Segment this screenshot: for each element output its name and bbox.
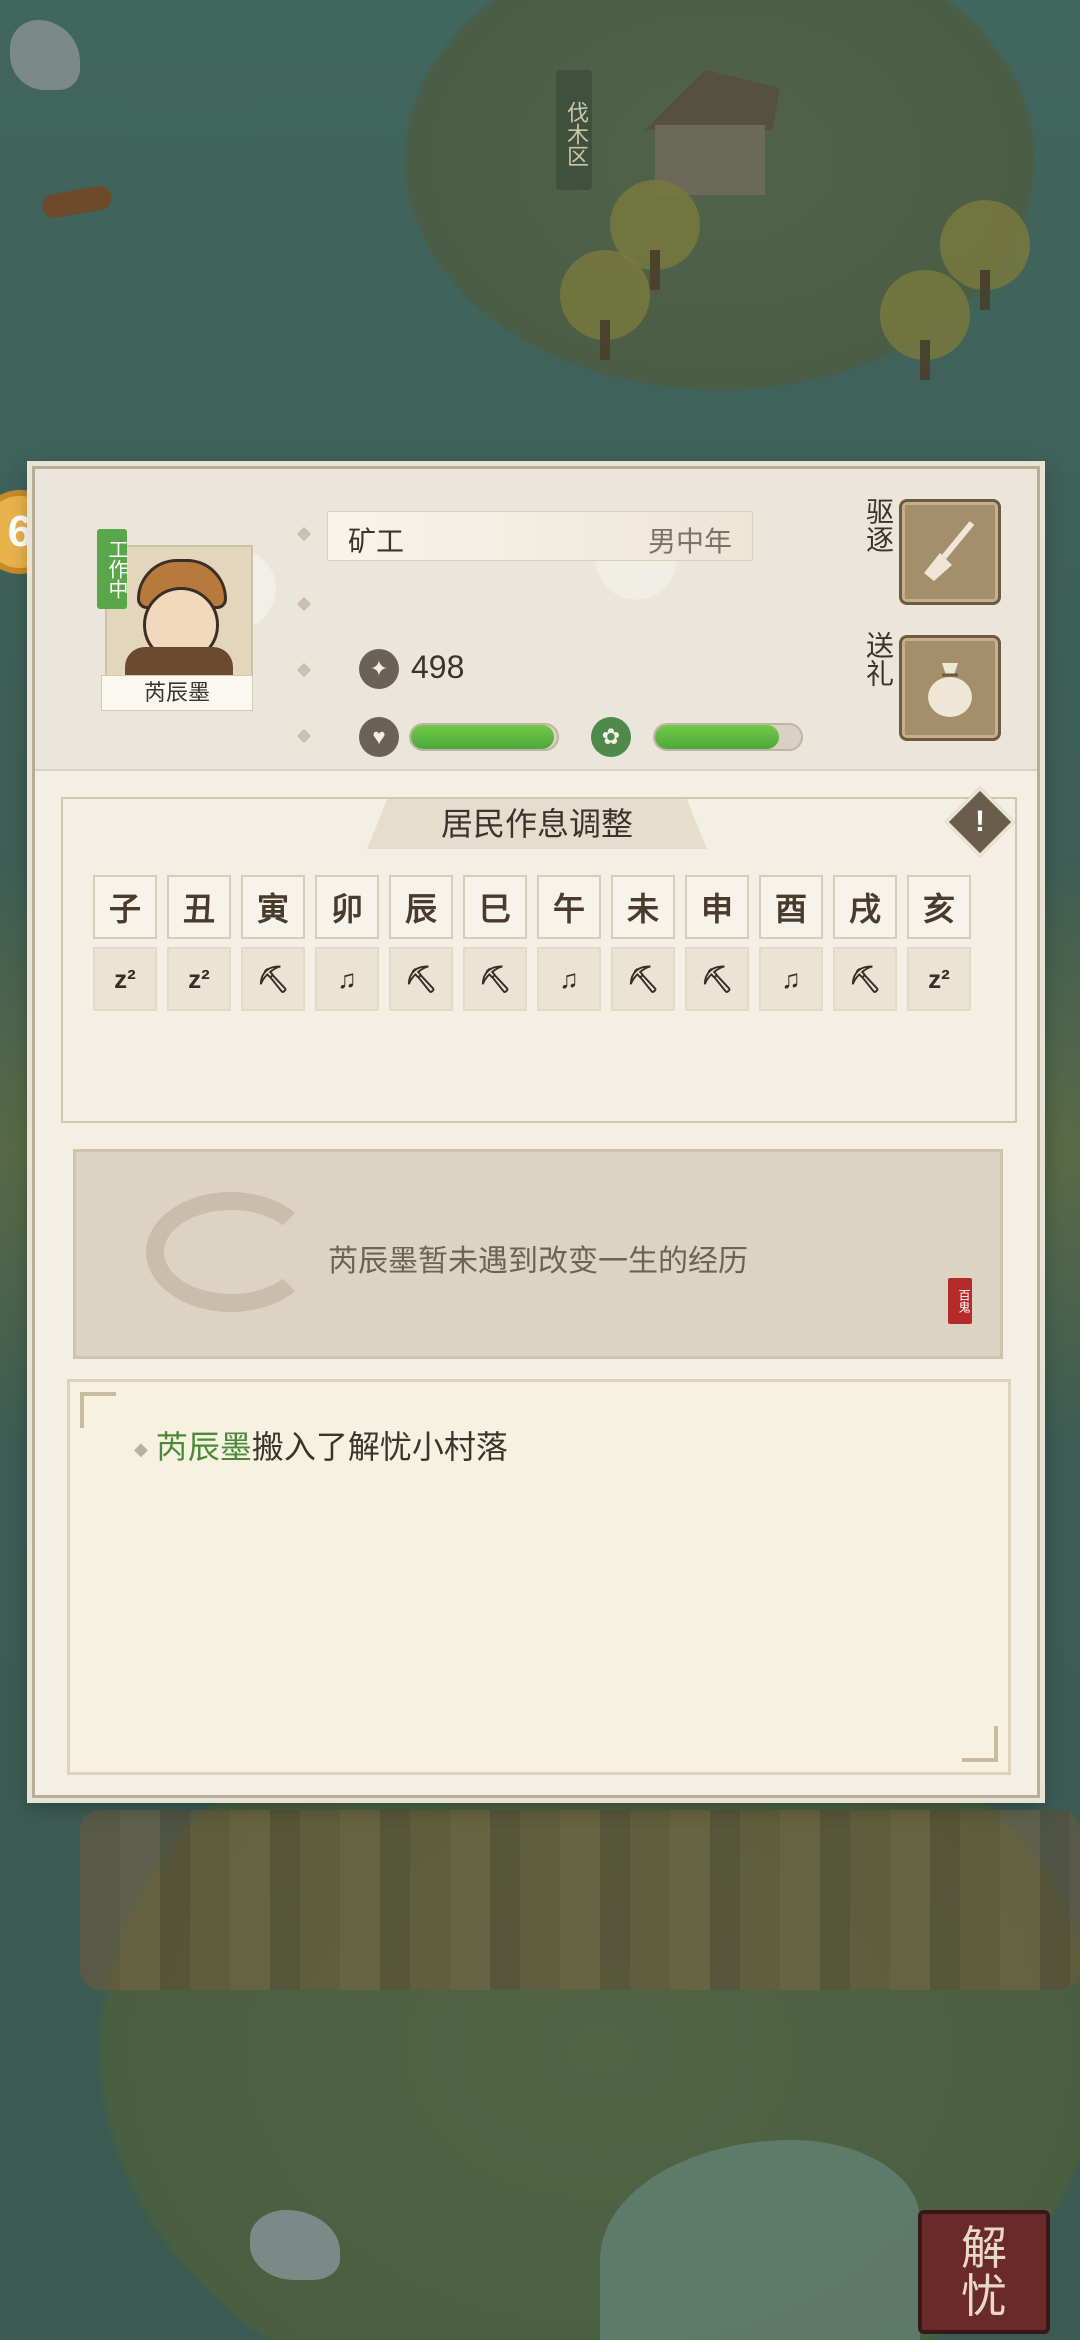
avatar-body	[125, 647, 233, 675]
pickaxe-icon[interactable]: ⛏	[833, 947, 897, 1011]
resident-name: 芮辰墨	[101, 675, 253, 711]
mood-bar	[653, 723, 803, 751]
expel-label: 驱逐	[863, 497, 894, 553]
hour-cell[interactable]: 亥	[907, 875, 971, 939]
schedule-title: 居民作息调整	[367, 799, 707, 849]
mood-bar-fill	[655, 725, 780, 749]
gift-button[interactable]	[899, 635, 1001, 741]
life-history-text: 芮辰墨暂未遇到改变一生的经历	[328, 1245, 748, 1278]
hour-cell[interactable]: 子	[93, 875, 157, 939]
job-label: 矿工	[348, 526, 405, 557]
map-tree	[940, 200, 1030, 310]
health-bar	[409, 723, 559, 751]
hour-cell[interactable]: 午	[537, 875, 601, 939]
mood-icon: ✿	[591, 717, 631, 757]
status-badge: 工作中	[97, 529, 127, 609]
hour-cell[interactable]: 寅	[241, 875, 305, 939]
sleep-icon[interactable]: z²	[167, 947, 231, 1011]
event-log[interactable]: ◆ 芮辰墨搬入了解忧小村落	[67, 1379, 1011, 1775]
seal-char-2: 忧	[961, 2269, 1007, 2323]
map-tree	[880, 270, 970, 380]
corner-ornament	[80, 1392, 116, 1428]
row-marker	[296, 596, 312, 612]
health-bar-fill	[411, 725, 555, 749]
resident-header: 工作中 芮辰墨 矿工 男中年 ✦ 498 ♥ ✿ 驱逐 送礼	[35, 469, 1037, 771]
log-entry-name: 芮辰墨	[155, 1429, 252, 1465]
gift-label: 送礼	[863, 631, 894, 687]
log-bullet-icon: ◆	[134, 1439, 148, 1460]
row-marker	[296, 662, 312, 678]
row-marker	[296, 526, 312, 542]
pickaxe-icon[interactable]: ⛏	[241, 947, 305, 1011]
gender-age-label: 男中年	[647, 526, 732, 557]
seal-char-1: 解	[961, 2221, 1007, 2275]
hour-cell[interactable]: 巳	[463, 875, 527, 939]
coin-icon: ✦	[359, 649, 399, 689]
seal-stamp: 百鬼	[948, 1278, 972, 1324]
pickaxe-icon[interactable]: ⛏	[685, 947, 749, 1011]
leisure-music-icon[interactable]: ♫	[759, 947, 823, 1011]
sleep-icon[interactable]: z²	[907, 947, 971, 1011]
log-entry-text: 搬入了解忧小村落	[251, 1429, 508, 1465]
leisure-music-icon[interactable]: ♫	[315, 947, 379, 1011]
app-seal-button[interactable]: 解 忧	[918, 2210, 1050, 2334]
broom-icon	[924, 521, 975, 581]
hour-cell[interactable]: 丑	[167, 875, 231, 939]
life-history-card: 芮辰墨暂未遇到改变一生的经历 百鬼	[73, 1149, 1003, 1359]
hour-cell[interactable]: 酉	[759, 875, 823, 939]
expel-button[interactable]	[899, 499, 1001, 605]
map-cliff	[80, 1810, 1080, 1990]
pickaxe-icon[interactable]: ⛏	[463, 947, 527, 1011]
hour-cell[interactable]: 辰	[389, 875, 453, 939]
resident-avatar[interactable]	[105, 545, 253, 679]
hour-cell[interactable]: 戌	[833, 875, 897, 939]
map-tree	[610, 180, 700, 290]
sleep-icon[interactable]: z²	[93, 947, 157, 1011]
leisure-music-icon[interactable]: ♫	[537, 947, 601, 1011]
resident-panel: 工作中 芮辰墨 矿工 男中年 ✦ 498 ♥ ✿ 驱逐 送礼 居民作息调整 ! …	[32, 466, 1040, 1798]
corner-ornament	[962, 1726, 998, 1762]
gift-bag-icon	[928, 663, 972, 717]
zone-sign-logging: 伐木区	[556, 70, 592, 190]
hour-cell[interactable]: 卯	[315, 875, 379, 939]
log-entry: ◆ 芮辰墨搬入了解忧小村落	[134, 1422, 508, 1468]
hour-cell[interactable]: 未	[611, 875, 675, 939]
pickaxe-icon[interactable]: ⛏	[611, 947, 675, 1011]
job-row: 矿工 男中年	[327, 511, 753, 561]
coin-value: 498	[411, 649, 465, 685]
heart-icon: ♥	[359, 717, 399, 757]
hour-cell[interactable]: 申	[685, 875, 749, 939]
pickaxe-icon[interactable]: ⛏	[389, 947, 453, 1011]
row-marker	[296, 728, 312, 744]
